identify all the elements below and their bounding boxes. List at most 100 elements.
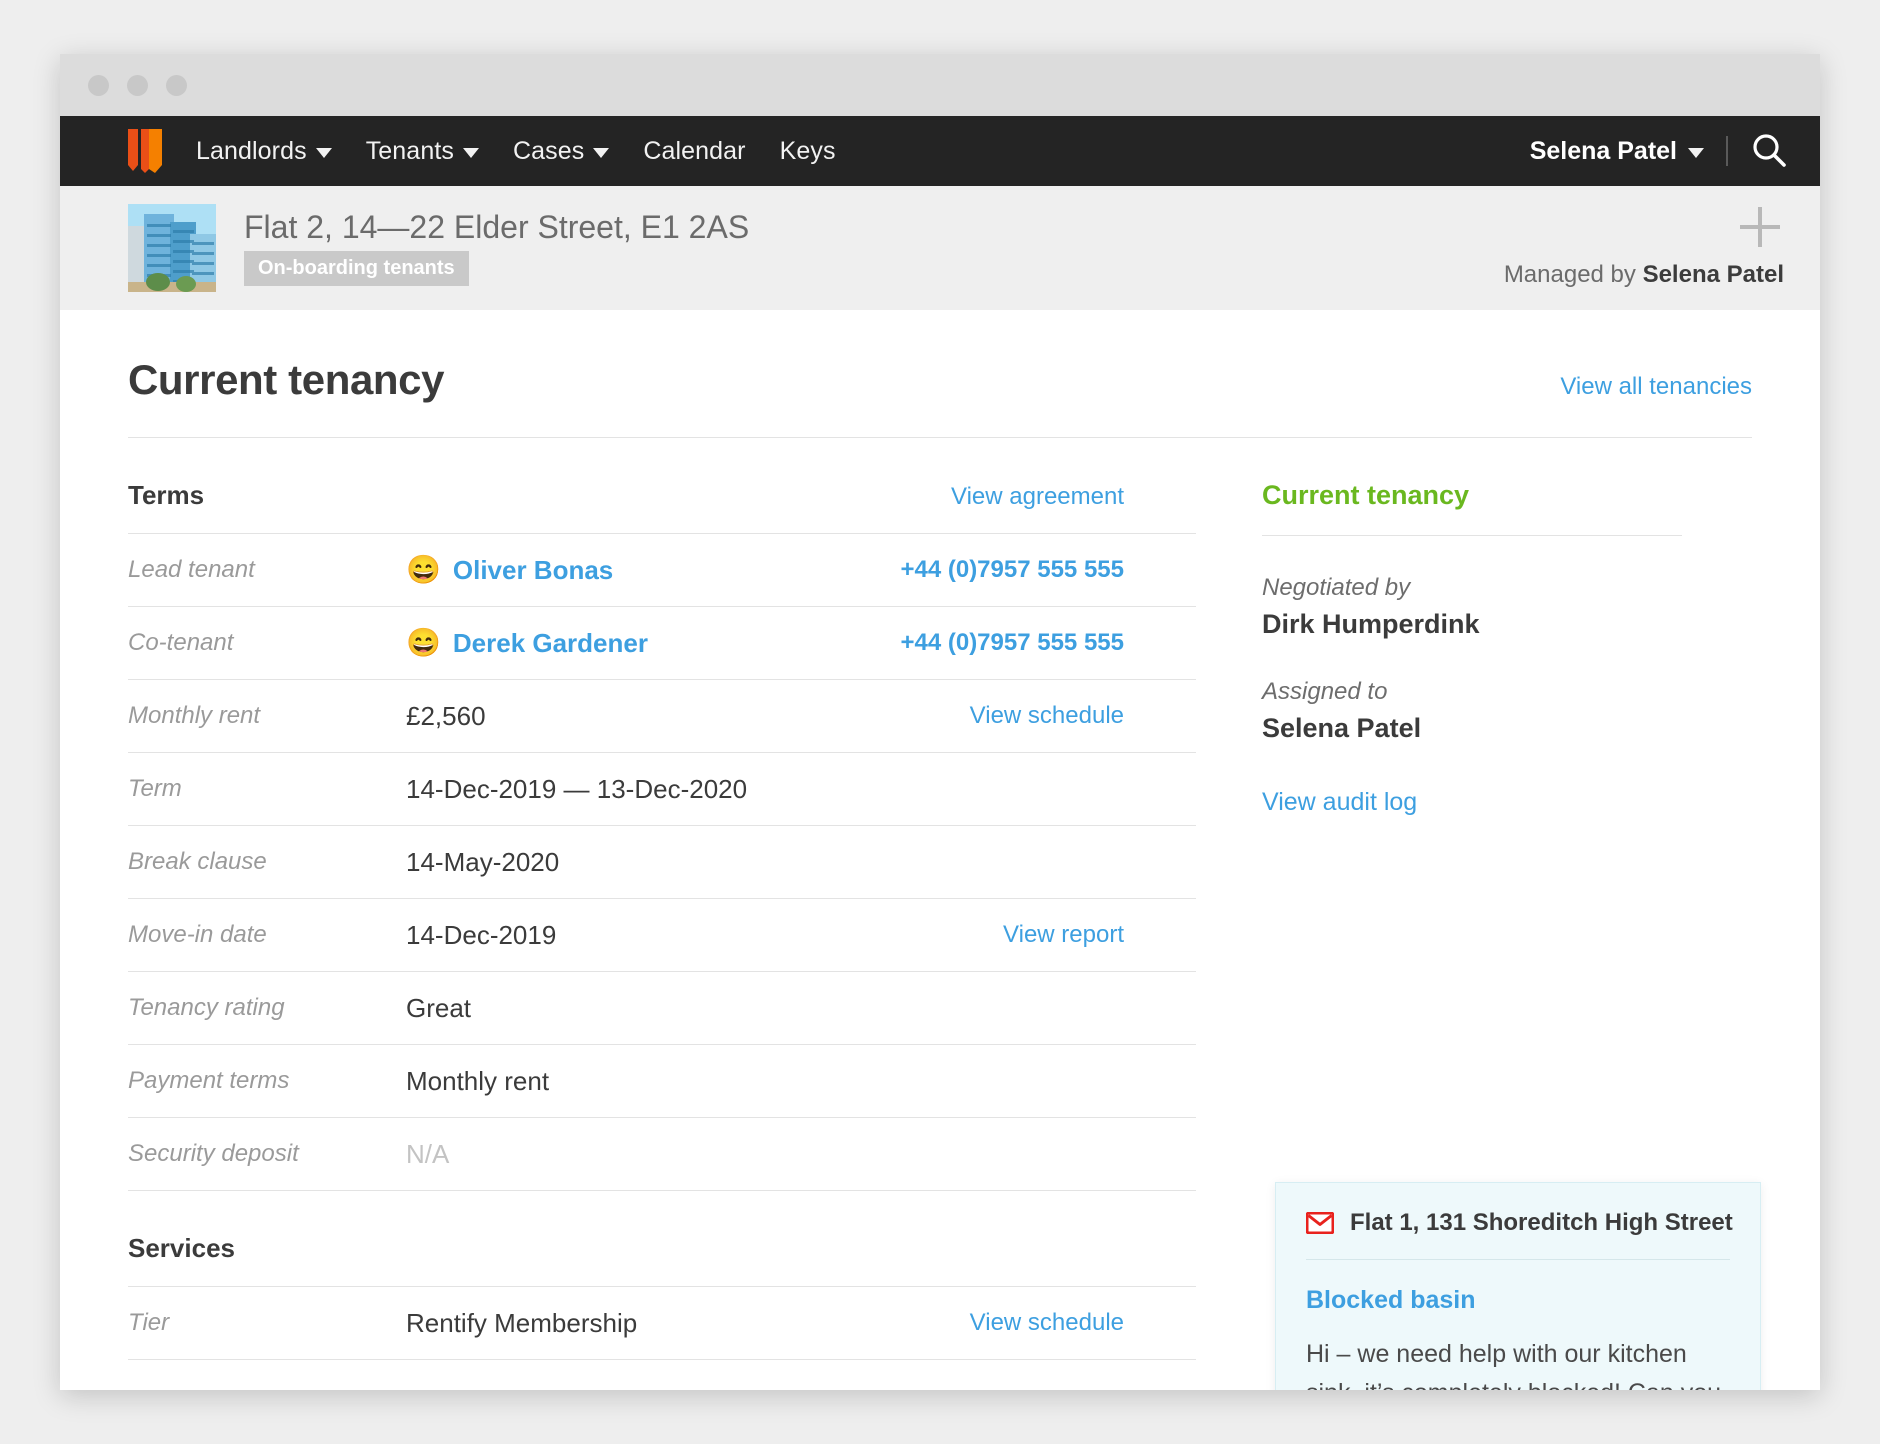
row-value[interactable]: 😄 Derek Gardener xyxy=(406,628,824,659)
nav-divider xyxy=(1726,136,1728,166)
sidebar-field-value: Dirk Humperdink xyxy=(1262,609,1480,639)
table-row: Monthly rent £2,560 View schedule xyxy=(128,679,1196,752)
rentify-shield-logo-icon[interactable] xyxy=(128,129,162,173)
user-menu-label: Selena Patel xyxy=(1529,136,1677,165)
plus-icon[interactable] xyxy=(1740,207,1780,247)
row-value: N/A xyxy=(406,1138,450,1169)
view-agreement-link[interactable]: View agreement xyxy=(951,483,1196,511)
nav-item-landlords-label: Landlords xyxy=(196,136,307,165)
nav-item-keys[interactable]: Keys xyxy=(780,137,836,166)
notification-property-name: Flat 1, 131 Shoreditch High Street xyxy=(1350,1209,1733,1236)
user-menu[interactable]: Selena Patel xyxy=(1530,137,1704,166)
table-row: Tier Rentify Membership View schedule xyxy=(128,1286,1196,1360)
managed-by-name: Selena Patel xyxy=(1642,261,1784,288)
notification-card[interactable]: Flat 1, 131 Shoreditch High Street Block… xyxy=(1275,1182,1761,1390)
nav-item-calendar[interactable]: Calendar xyxy=(643,137,745,166)
row-value: 14-Dec-2019 xyxy=(406,919,557,950)
chevron-down-icon xyxy=(1688,148,1704,158)
envelope-icon xyxy=(1306,1212,1334,1234)
row-label: Security deposit xyxy=(128,1140,299,1167)
view-all-tenancies-link[interactable]: View all tenancies xyxy=(1560,373,1752,401)
row-value: 14-May-2020 xyxy=(406,846,560,877)
table-row: Tenancy rating Great xyxy=(128,971,1196,1044)
row-label: Term xyxy=(128,775,182,802)
window-maximize-dot[interactable] xyxy=(166,74,187,96)
managed-by-prefix: Managed by xyxy=(1503,261,1643,288)
row-value: Rentify Membership xyxy=(406,1307,638,1338)
sidebar-field-label: Assigned to xyxy=(1262,678,1388,705)
row-value: Great xyxy=(406,992,472,1023)
row-value-text: Derek Gardener xyxy=(452,627,648,658)
top-navigation-bar: Landlords Tenants Cases Calendar Keys Se… xyxy=(60,116,1820,186)
notification-subject-link[interactable]: Blocked basin xyxy=(1306,1286,1730,1315)
sidebar-field-value: Selena Patel xyxy=(1262,713,1422,743)
window-titlebar xyxy=(60,54,1820,116)
chevron-down-icon xyxy=(315,148,332,158)
nav-item-tenants[interactable]: Tenants xyxy=(366,137,479,166)
sidebar-field-negotiated-by: Negotiated by Dirk Humperdink xyxy=(1262,574,1682,640)
terms-table: Lead tenant 😄 Oliver Bonas +44 (0)7957 55… xyxy=(128,533,1196,1191)
row-label: Lead tenant xyxy=(128,556,255,583)
row-label: Break clause xyxy=(128,848,267,875)
managed-by-text: Managed by Selena Patel xyxy=(1504,261,1784,289)
row-value: £2,560 xyxy=(406,700,486,731)
table-row: Break clause 14-May-2020 xyxy=(128,825,1196,898)
terms-section-header: Terms View agreement xyxy=(128,438,1196,533)
sidebar-field-label: Negotiated by xyxy=(1262,574,1411,601)
smiling-face-icon: 😄 xyxy=(406,554,441,585)
view-schedule-link[interactable]: View schedule xyxy=(824,1309,1196,1337)
window-minimize-dot[interactable] xyxy=(127,74,148,96)
nav-item-cases[interactable]: Cases xyxy=(512,136,610,166)
services-table: Tier Rentify Membership View schedule xyxy=(128,1286,1196,1360)
row-label: Co-tenant xyxy=(128,629,234,656)
view-report-link[interactable]: View report xyxy=(824,921,1196,949)
table-row: Term 14-Dec-2019 — 13-Dec-2020 xyxy=(128,752,1196,825)
terms-section-title: Terms xyxy=(128,480,205,510)
tenant-phone-link[interactable]: +44 (0)7957 555 555 xyxy=(824,556,1196,584)
browser-window: Landlords Tenants Cases Calendar Keys Se… xyxy=(60,54,1820,1390)
tenant-phone-link[interactable]: +44 (0)7957 555 555 xyxy=(824,629,1196,657)
nav-item-tenants-label: Tenants xyxy=(365,136,454,165)
row-label: Tier xyxy=(128,1309,170,1336)
view-audit-log-link[interactable]: View audit log xyxy=(1262,788,1682,817)
nav-item-calendar-label: Calendar xyxy=(643,136,746,165)
nav-items: Landlords Tenants Cases Calendar Keys xyxy=(196,137,836,166)
property-header-right: Managed by Selena Patel xyxy=(1504,207,1784,289)
row-label: Payment terms xyxy=(128,1067,290,1094)
property-meta: Flat 2, 14—22 Elder Street, E1 2AS On-bo… xyxy=(244,211,749,286)
table-row: Payment terms Monthly rent xyxy=(128,1044,1196,1117)
row-value[interactable]: 😄 Oliver Bonas xyxy=(406,555,824,586)
page-body: Current tenancy View all tenancies Terms… xyxy=(60,310,1820,1390)
window-close-dot[interactable] xyxy=(88,74,109,96)
sidebar-divider xyxy=(1262,535,1682,536)
main-column: Terms View agreement Lead tenant 😄 Oliver… xyxy=(128,438,1196,1360)
row-value: Monthly rent xyxy=(406,1065,550,1096)
chevron-down-icon xyxy=(462,148,479,158)
services-section-title: Services xyxy=(128,1233,235,1263)
property-header: Flat 2, 14—22 Elder Street, E1 2AS On-bo… xyxy=(60,186,1820,310)
nav-right-group: Selena Patel xyxy=(1530,132,1788,170)
chevron-down-icon xyxy=(593,148,610,158)
notification-card-header: Flat 1, 131 Shoreditch High Street xyxy=(1306,1209,1733,1260)
row-label: Monthly rent xyxy=(128,702,261,729)
table-row: Co-tenant 😄 Derek Gardener +44 (0)7957 55… xyxy=(128,606,1196,679)
row-value-text: Oliver Bonas xyxy=(452,554,614,585)
table-row: Security deposit N/A xyxy=(128,1117,1196,1191)
nav-item-landlords[interactable]: Landlords xyxy=(196,137,332,166)
property-thumbnail-image[interactable] xyxy=(128,204,216,292)
status-badge: On-boarding tenants xyxy=(244,250,469,286)
table-row: Lead tenant 😄 Oliver Bonas +44 (0)7957 55… xyxy=(128,533,1196,606)
view-schedule-link[interactable]: View schedule xyxy=(824,702,1196,730)
sidebar-field-assigned-to: Assigned to Selena Patel xyxy=(1262,678,1682,744)
table-row: Move-in date 14-Dec-2019 View report xyxy=(128,898,1196,971)
notification-body-text: Hi – we need help with our kitchen sink,… xyxy=(1306,1340,1721,1390)
nav-item-cases-label: Cases xyxy=(512,136,585,165)
search-icon[interactable] xyxy=(1750,132,1788,170)
row-label: Move-in date xyxy=(128,921,267,948)
nav-item-keys-label: Keys xyxy=(779,136,836,165)
row-label: Tenancy rating xyxy=(128,994,285,1021)
services-section-header: Services xyxy=(128,1191,1196,1286)
row-value: 14-Dec-2019 — 13-Dec-2020 xyxy=(406,773,748,804)
page-header: Current tenancy View all tenancies xyxy=(60,310,1820,404)
page-title: Current tenancy xyxy=(128,356,445,403)
